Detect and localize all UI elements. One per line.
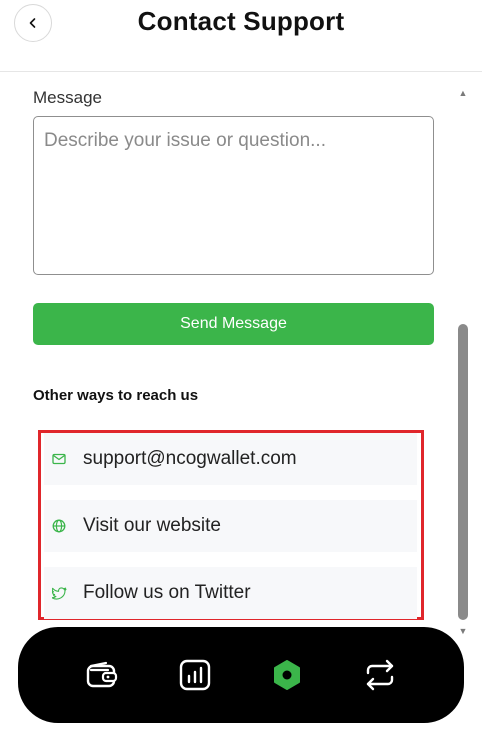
- contact-item-website[interactable]: Visit our website: [44, 500, 417, 552]
- contact-item-label: support@ncogwallet.com: [83, 448, 297, 469]
- globe-icon: [50, 517, 68, 535]
- bar-chart-icon: [179, 659, 210, 691]
- bottom-navigation: [18, 627, 464, 723]
- contact-item-label: Visit our website: [83, 515, 221, 536]
- other-ways-heading: Other ways to reach us: [33, 387, 199, 404]
- send-message-button[interactable]: Send Message: [33, 303, 434, 345]
- nav-item-swap[interactable]: [360, 655, 400, 695]
- page-title: Contact Support: [137, 6, 345, 36]
- mail-icon: [50, 450, 68, 468]
- scrollbar[interactable]: ▲ ▼: [455, 80, 471, 640]
- message-label: Message: [33, 88, 102, 107]
- swap-arrows-icon: [366, 659, 393, 691]
- wallet-icon: [87, 661, 118, 688]
- scrollbar-thumb[interactable]: [458, 324, 468, 620]
- twitter-icon: [50, 584, 68, 602]
- contact-item-email[interactable]: support@ncogwallet.com: [44, 433, 417, 485]
- contact-item-twitter[interactable]: Follow us on Twitter: [44, 567, 417, 619]
- main-content: Message Send Message Other ways to reach…: [0, 73, 455, 625]
- message-input[interactable]: [33, 116, 434, 275]
- hexagon-icon: [274, 660, 301, 690]
- scroll-up-arrow[interactable]: ▲: [458, 88, 468, 98]
- header: Contact Support: [0, 0, 482, 72]
- contact-item-label: Follow us on Twitter: [83, 582, 251, 603]
- contact-options-list: support@ncogwallet.com Visit our website…: [38, 430, 424, 620]
- nav-item-home[interactable]: [267, 655, 307, 695]
- nav-item-wallet[interactable]: [82, 655, 122, 695]
- scroll-down-arrow[interactable]: ▼: [458, 626, 468, 636]
- nav-item-stats[interactable]: [175, 655, 215, 695]
